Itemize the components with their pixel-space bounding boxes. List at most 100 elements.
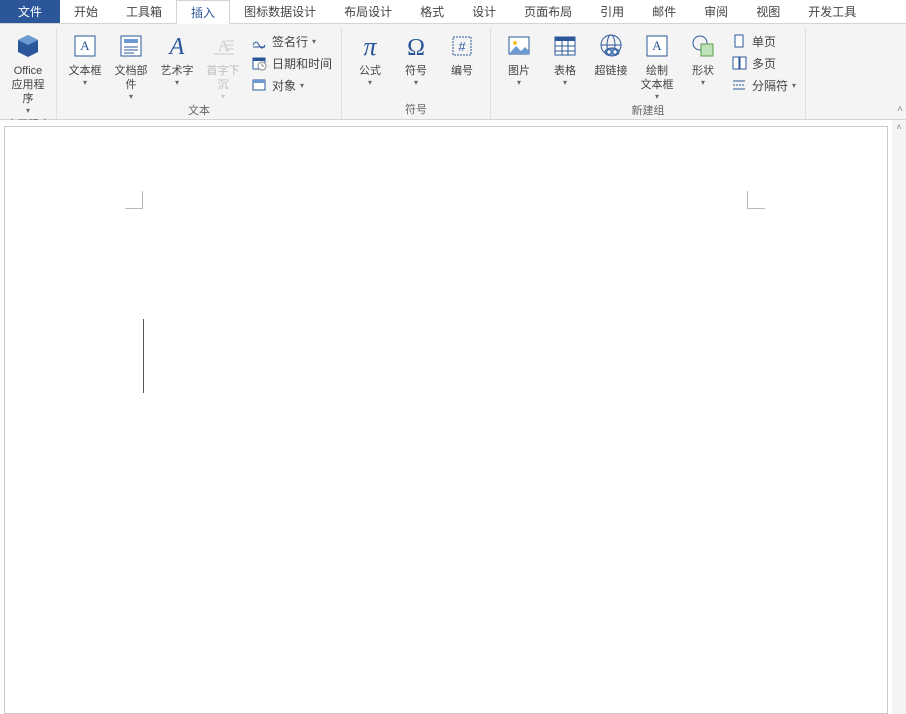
chevron-down-icon: ▾ bbox=[83, 78, 87, 87]
chevron-down-icon: ▾ bbox=[414, 78, 418, 87]
single-page-button[interactable]: 单页 bbox=[728, 30, 798, 52]
tab-布局设计[interactable]: 布局设计 bbox=[330, 0, 406, 23]
table-button[interactable]: 表格▾ bbox=[542, 28, 588, 87]
signature-line-label: 签名行 bbox=[272, 33, 308, 50]
single-page-icon bbox=[730, 32, 748, 50]
ribbon-group-符号: π公式▾Ω符号▾#编号符号 bbox=[342, 28, 491, 119]
svg-text:A: A bbox=[80, 38, 90, 53]
office-apps-button[interactable]: Office应用程序▾ bbox=[5, 28, 51, 115]
hyperlink-button[interactable]: 超链接 bbox=[588, 28, 634, 78]
chevron-down-icon: ▾ bbox=[655, 92, 659, 101]
document-page[interactable] bbox=[4, 126, 888, 714]
tab-引用[interactable]: 引用 bbox=[586, 0, 638, 23]
number-button[interactable]: # 编号 bbox=[439, 28, 485, 78]
symbol-label: 符号 bbox=[405, 64, 427, 78]
draw-textbox-icon: A bbox=[641, 30, 673, 62]
object-button[interactable]: 对象▾ bbox=[248, 74, 334, 96]
doc-parts-button[interactable]: 文档部件▾ bbox=[108, 28, 154, 101]
shapes-button[interactable]: 形状▾ bbox=[680, 28, 726, 87]
tab-图标数据设计[interactable]: 图标数据设计 bbox=[230, 0, 330, 23]
separator-button[interactable]: 分隔符▾ bbox=[728, 74, 798, 96]
equation-icon: π bbox=[354, 30, 386, 62]
tab-插入[interactable]: 插入 bbox=[176, 0, 230, 24]
office-apps-icon bbox=[12, 30, 44, 62]
text-box-label: 文本框 bbox=[69, 64, 102, 78]
wordart-label: 艺术字 bbox=[161, 64, 194, 78]
tab-开始[interactable]: 开始 bbox=[60, 0, 112, 23]
multi-page-icon bbox=[730, 54, 748, 72]
tab-开发工具[interactable]: 开发工具 bbox=[794, 0, 870, 23]
drop-cap-button[interactable]: A首字下沉▾ bbox=[200, 28, 246, 101]
date-time-button[interactable]: 日期和时间 bbox=[248, 52, 334, 74]
ribbon-group-新建组: 图片▾表格▾超链接A绘制文本框▾形状▾单页多页分隔符▾新建组 bbox=[491, 28, 806, 119]
picture-label: 图片 bbox=[508, 64, 530, 78]
tab-格式[interactable]: 格式 bbox=[406, 0, 458, 23]
single-page-label: 单页 bbox=[752, 33, 776, 50]
tab-页面布局[interactable]: 页面布局 bbox=[510, 0, 586, 23]
text-cursor bbox=[143, 319, 144, 393]
date-time-label: 日期和时间 bbox=[272, 55, 332, 72]
group-label: 符号 bbox=[405, 100, 427, 117]
symbol-icon: Ω bbox=[400, 30, 432, 62]
svg-text:#: # bbox=[458, 39, 466, 54]
wordart-icon: A bbox=[161, 30, 193, 62]
separator-icon bbox=[730, 76, 748, 94]
chevron-down-icon: ▾ bbox=[368, 78, 372, 87]
multi-page-button[interactable]: 多页 bbox=[728, 52, 798, 74]
svg-text:Ω: Ω bbox=[407, 35, 425, 61]
shapes-label: 形状 bbox=[692, 64, 714, 78]
stack: 签名行 ▾ 日期和时间对象▾ bbox=[246, 28, 336, 98]
object-icon bbox=[250, 76, 268, 94]
picture-icon bbox=[503, 30, 535, 62]
chevron-down-icon: ▾ bbox=[701, 78, 705, 87]
separator-label: 分隔符 bbox=[752, 77, 788, 94]
hyperlink-label: 超链接 bbox=[595, 64, 628, 78]
shapes-icon bbox=[687, 30, 719, 62]
vertical-scrollbar[interactable]: ˄ bbox=[892, 120, 906, 714]
tab-工具箱[interactable]: 工具箱 bbox=[112, 0, 176, 23]
chevron-down-icon: ▾ bbox=[517, 78, 521, 87]
text-box-button[interactable]: A 文本框▾ bbox=[62, 28, 108, 87]
doc-parts-label: 文档部件 bbox=[110, 64, 152, 92]
document-workspace[interactable] bbox=[0, 120, 906, 714]
stack: 单页多页分隔符▾ bbox=[726, 28, 800, 98]
office-apps-label: Office应用程序 bbox=[7, 64, 49, 106]
tab-邮件[interactable]: 邮件 bbox=[638, 0, 690, 23]
tab-bar: 文件 开始工具箱插入图标数据设计布局设计格式设计页面布局引用邮件审阅视图开发工具 bbox=[0, 0, 906, 24]
ribbon: Office应用程序▾应用程序A文本框▾文档部件▾A艺术字▾A首字下沉▾签名行▾… bbox=[0, 24, 906, 120]
ribbon-group-文本: A文本框▾文档部件▾A艺术字▾A首字下沉▾签名行▾日期和时间对象▾文本 bbox=[57, 28, 342, 119]
drop-cap-label: 首字下沉 bbox=[202, 64, 244, 92]
margin-corner-top-right bbox=[747, 191, 765, 209]
chevron-down-icon: ▾ bbox=[175, 78, 179, 87]
chevron-down-icon: ▾ bbox=[563, 78, 567, 87]
doc-parts-icon bbox=[115, 30, 147, 62]
wordart-button[interactable]: A 艺术字▾ bbox=[154, 28, 200, 87]
group-label: 新建组 bbox=[632, 101, 665, 118]
chevron-down-icon: ▾ bbox=[26, 106, 30, 115]
tab-file[interactable]: 文件 bbox=[0, 0, 60, 23]
group-label: 文本 bbox=[188, 101, 210, 118]
draw-textbox-button[interactable]: A绘制文本框▾ bbox=[634, 28, 680, 101]
svg-text:π: π bbox=[364, 32, 378, 61]
number-label: 编号 bbox=[451, 64, 473, 78]
ribbon-collapse-button[interactable]: ˄ bbox=[897, 104, 903, 115]
date-time-icon bbox=[250, 54, 268, 72]
draw-textbox-label: 绘制文本框 bbox=[641, 64, 674, 92]
chevron-down-icon: ▾ bbox=[312, 37, 316, 46]
svg-text:A: A bbox=[168, 34, 185, 59]
equation-button[interactable]: π 公式▾ bbox=[347, 28, 393, 87]
tab-视图[interactable]: 视图 bbox=[742, 0, 794, 23]
table-icon bbox=[549, 30, 581, 62]
hyperlink-icon bbox=[595, 30, 627, 62]
scroll-up-button[interactable]: ˄ bbox=[892, 120, 906, 134]
equation-label: 公式 bbox=[359, 64, 381, 78]
number-icon: # bbox=[446, 30, 478, 62]
tab-审阅[interactable]: 审阅 bbox=[690, 0, 742, 23]
text-box-icon: A bbox=[69, 30, 101, 62]
signature-line-button[interactable]: 签名行 ▾ bbox=[248, 30, 334, 52]
tab-设计[interactable]: 设计 bbox=[458, 0, 510, 23]
chevron-down-icon: ▾ bbox=[221, 92, 225, 101]
symbol-button[interactable]: Ω 符号▾ bbox=[393, 28, 439, 87]
multi-page-label: 多页 bbox=[752, 55, 776, 72]
picture-button[interactable]: 图片▾ bbox=[496, 28, 542, 87]
